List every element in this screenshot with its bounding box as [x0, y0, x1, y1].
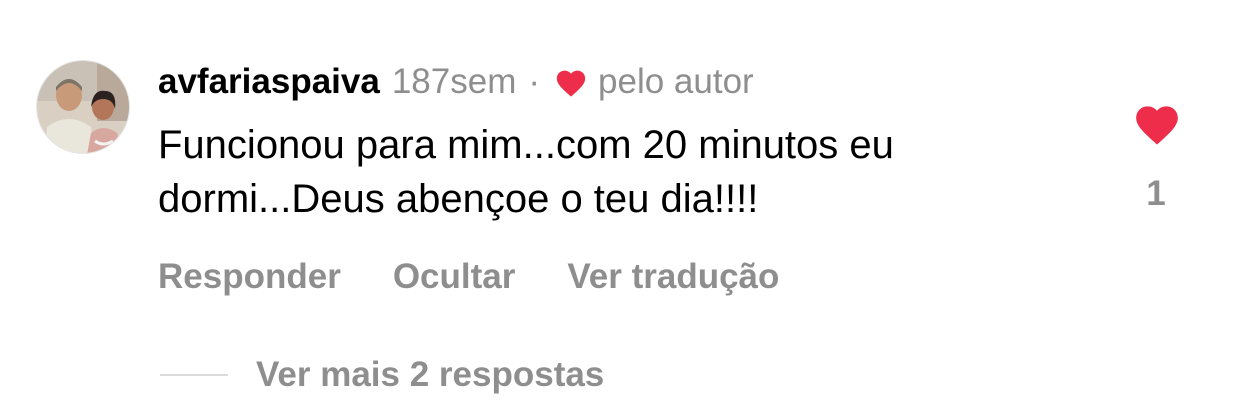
- timestamp: 187sem: [391, 62, 517, 101]
- view-more-replies-label: Ver mais 2 respostas: [256, 355, 605, 394]
- avatar[interactable]: [36, 60, 130, 154]
- see-translation-button[interactable]: Ver tradução: [567, 257, 779, 297]
- separator-dot: ·: [528, 62, 541, 101]
- avatar-photo: [37, 61, 129, 153]
- like-button[interactable]: [1132, 100, 1182, 146]
- replies-divider-line: [160, 374, 228, 376]
- heart-icon: [1136, 106, 1178, 145]
- view-more-replies-button[interactable]: Ver mais 2 respostas: [160, 352, 604, 398]
- liked-by-author-label: pelo autor: [598, 62, 754, 101]
- comment-actions: Responder Ocultar Ver tradução: [158, 255, 831, 299]
- hide-button[interactable]: Ocultar: [393, 257, 516, 297]
- username-link[interactable]: avfariaspaiva: [158, 62, 380, 102]
- heart-icon: [554, 66, 588, 98]
- like-count[interactable]: 1: [1130, 174, 1182, 214]
- comment-text: Funcionou para mim...com 20 minutos eu d…: [158, 123, 894, 221]
- reply-button[interactable]: Responder: [158, 257, 341, 297]
- comment-header: avfariaspaiva 187sem · pelo autor: [158, 60, 754, 104]
